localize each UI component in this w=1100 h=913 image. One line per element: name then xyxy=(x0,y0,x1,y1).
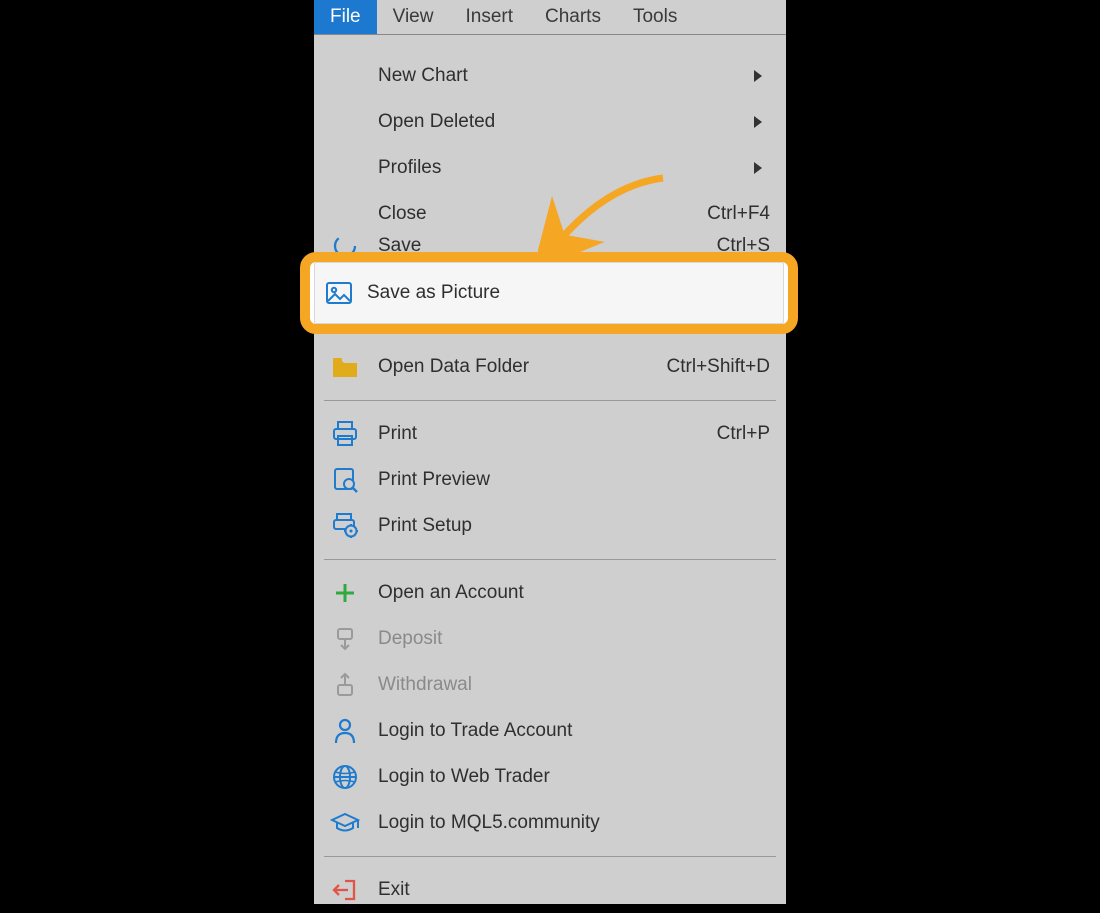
menu-item-shortcut: Ctrl+P xyxy=(717,423,770,445)
menu-item-label: Login to Web Trader xyxy=(378,766,770,788)
menu-separator xyxy=(324,559,776,560)
menubar-charts[interactable]: Charts xyxy=(529,0,617,34)
menu-print-setup[interactable]: Print Setup xyxy=(314,503,786,549)
graduation-cap-icon xyxy=(330,808,360,838)
menu-item-label: Save as Picture xyxy=(367,282,500,304)
menubar-insert[interactable]: Insert xyxy=(449,0,529,34)
deposit-icon xyxy=(330,624,360,654)
menu-item-label: Login to Trade Account xyxy=(378,720,770,742)
submenu-arrow-icon xyxy=(754,162,762,174)
print-preview-icon xyxy=(330,465,360,495)
menubar-view[interactable]: View xyxy=(377,0,450,34)
menu-open-account[interactable]: Open an Account xyxy=(314,570,786,616)
menu-separator xyxy=(324,400,776,401)
menu-print-preview[interactable]: Print Preview xyxy=(314,457,786,503)
menu-print[interactable]: Print Ctrl+P xyxy=(314,411,786,457)
menu-item-label: Print Setup xyxy=(378,515,770,537)
user-icon xyxy=(330,716,360,746)
menu-item-label: Withdrawal xyxy=(378,674,770,696)
menu-login-mql5[interactable]: Login to MQL5.community xyxy=(314,800,786,846)
menu-item-shortcut: Ctrl+F4 xyxy=(707,203,770,225)
menu-login-web-trader[interactable]: Login to Web Trader xyxy=(314,754,786,800)
annotation-highlight: Save as Picture xyxy=(300,252,798,334)
picture-icon xyxy=(325,280,353,306)
app-window: File View Insert Charts Tools New Chart … xyxy=(314,0,786,904)
menu-login-trade-account[interactable]: Login to Trade Account xyxy=(314,708,786,754)
menu-item-label: Exit xyxy=(378,879,770,901)
menubar-file[interactable]: File xyxy=(314,0,377,34)
menubar-tools[interactable]: Tools xyxy=(617,0,693,34)
menu-open-deleted[interactable]: Open Deleted xyxy=(314,99,786,145)
menubar: File View Insert Charts Tools xyxy=(314,0,786,35)
menu-new-chart[interactable]: New Chart xyxy=(314,53,786,99)
menu-item-label: Login to MQL5.community xyxy=(378,812,770,834)
menu-item-shortcut: Ctrl+Shift+D xyxy=(667,356,770,378)
menu-deposit[interactable]: Deposit xyxy=(314,616,786,662)
menu-separator xyxy=(324,856,776,857)
submenu-arrow-icon xyxy=(754,70,762,82)
print-setup-icon xyxy=(330,511,360,541)
globe-icon xyxy=(330,762,360,792)
print-icon xyxy=(330,419,360,449)
plus-icon xyxy=(330,578,360,608)
menu-item-label: Open an Account xyxy=(378,582,770,604)
menu-item-label: Open Deleted xyxy=(378,111,770,133)
exit-icon xyxy=(330,875,360,905)
menu-save-as-picture[interactable]: Save as Picture xyxy=(314,262,784,324)
menu-item-label: Print Preview xyxy=(378,469,770,491)
file-menu: New Chart Open Deleted Profiles Close Ct… xyxy=(314,35,786,913)
menu-open-data-folder[interactable]: Open Data Folder Ctrl+Shift+D xyxy=(314,344,786,390)
menu-item-label: Open Data Folder xyxy=(378,356,667,378)
submenu-arrow-icon xyxy=(754,116,762,128)
menu-withdrawal[interactable]: Withdrawal xyxy=(314,662,786,708)
menu-item-label: Deposit xyxy=(378,628,770,650)
menu-item-label: New Chart xyxy=(378,65,770,87)
menu-item-label: Print xyxy=(378,423,717,445)
folder-icon xyxy=(330,352,360,382)
menu-exit[interactable]: Exit xyxy=(314,867,786,913)
withdrawal-icon xyxy=(330,670,360,700)
